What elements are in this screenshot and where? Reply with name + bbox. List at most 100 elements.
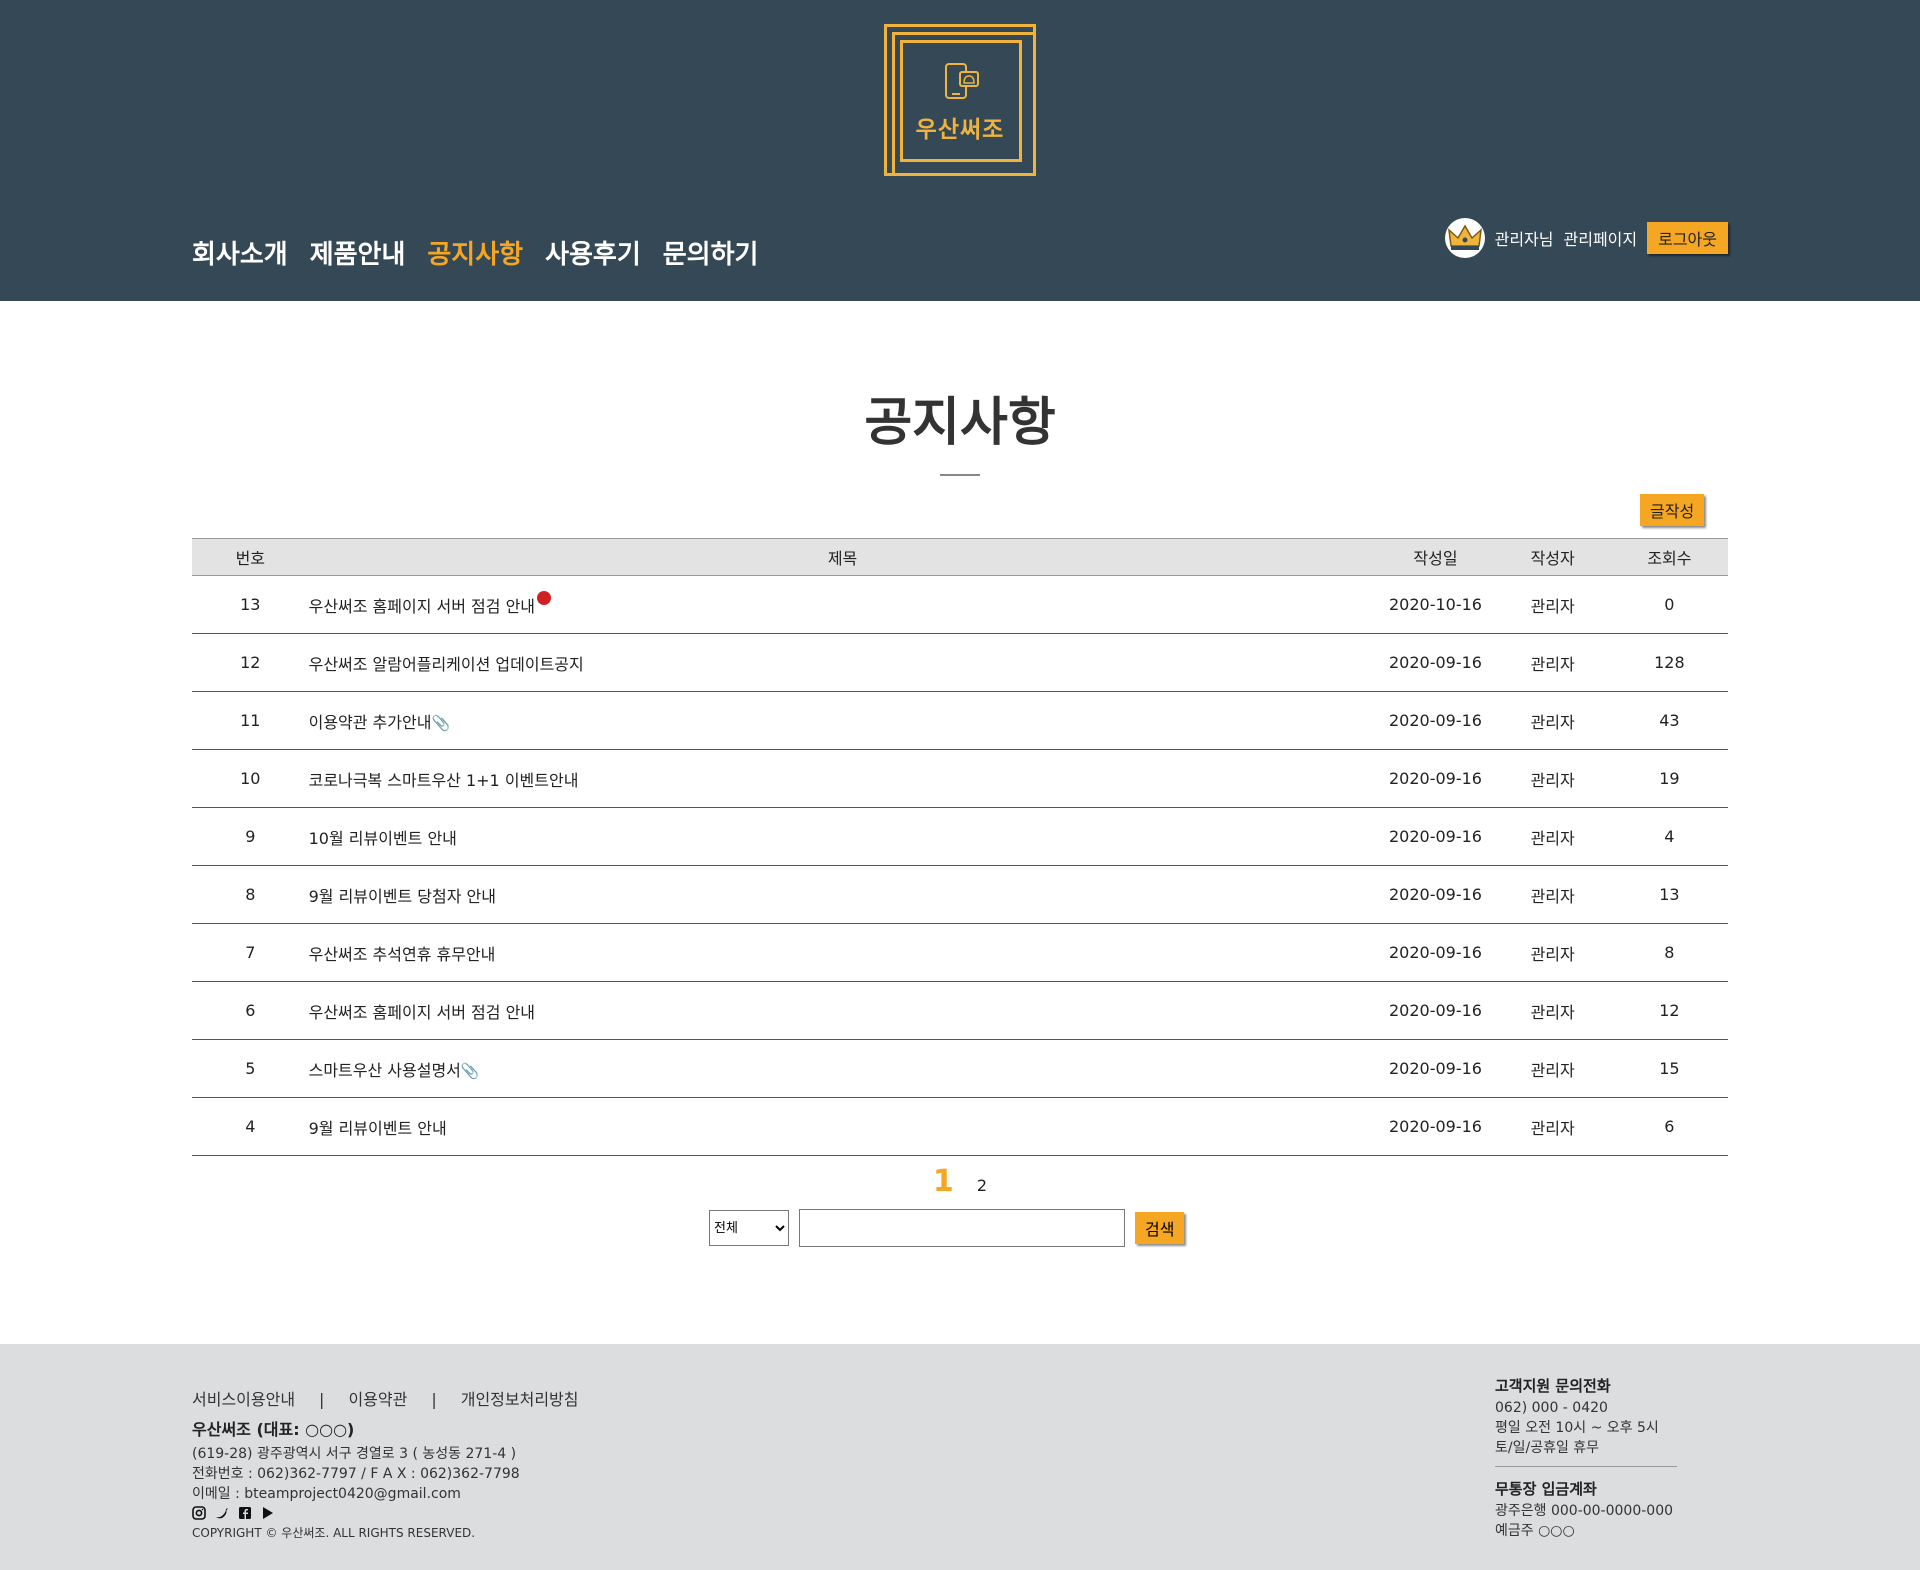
- row-number-cell: 5: [192, 1039, 309, 1098]
- write-post-button[interactable]: 글작성: [1640, 494, 1705, 526]
- footer-link-separator: |: [319, 1390, 325, 1409]
- facebook-icon[interactable]: [238, 1506, 252, 1520]
- row-title-cell[interactable]: 스마트우산 사용설명서📎: [308, 1039, 1377, 1098]
- row-title-cell[interactable]: 이용약관 추가안내📎: [308, 691, 1377, 750]
- column-header-title: 제목: [308, 538, 1377, 576]
- copyright: COPYRIGHT © 우산써조. ALL RIGHTS RESERVED.: [192, 1526, 476, 1540]
- table-header-row: 번호 제목 작성일 작성자 조회수: [192, 538, 1728, 576]
- support-phone: 062) 000 - 0420: [1495, 1400, 1608, 1416]
- row-title[interactable]: 9월 리뷰이벤트 안내: [309, 1119, 447, 1138]
- row-title-cell[interactable]: 우산써조 홈페이지 서버 점검 안내: [308, 981, 1377, 1040]
- nav-item-notice[interactable]: 공지사항: [427, 234, 523, 271]
- row-author-cell: 관리자: [1494, 923, 1611, 982]
- twitter-icon[interactable]: [215, 1506, 229, 1520]
- support-closed: 토/일/공휴일 휴무: [1495, 1440, 1600, 1456]
- row-title-cell[interactable]: 우산써조 홈페이지 서버 점검 안내: [308, 575, 1377, 634]
- row-title-cell[interactable]: 우산써조 알람어플리케이션 업데이트공지: [308, 633, 1377, 692]
- row-views: 8: [1664, 943, 1675, 962]
- row-number: 4: [245, 1117, 256, 1136]
- search-bar: 전체 검색: [709, 1209, 1185, 1247]
- page-link[interactable]: 2: [977, 1176, 987, 1195]
- row-number: 10: [240, 769, 261, 788]
- row-title[interactable]: 우산써조 알람어플리케이션 업데이트공지: [309, 655, 584, 674]
- footer-link-terms[interactable]: 이용약관: [348, 1390, 407, 1409]
- instagram-icon[interactable]: [192, 1506, 206, 1520]
- google-play-icon[interactable]: [261, 1506, 275, 1520]
- row-title-cell[interactable]: 9월 리뷰이벤트 당첨자 안내: [308, 865, 1377, 924]
- table-row[interactable]: 8 9월 리뷰이벤트 당첨자 안내 2020-09-16 관리자 13: [192, 865, 1728, 924]
- row-author-cell: 관리자: [1494, 691, 1611, 750]
- row-title-cell[interactable]: 코로나극복 스마트우산 1+1 이벤트안내: [308, 749, 1377, 808]
- brand-logo[interactable]: 우산써조: [884, 24, 1036, 176]
- table-row[interactable]: 5 스마트우산 사용설명서📎 2020-09-16 관리자 15: [192, 1039, 1728, 1098]
- table-row[interactable]: 7 우산써조 추석연휴 휴무안내 2020-09-16 관리자 8: [192, 923, 1728, 982]
- table-row[interactable]: 11 이용약관 추가안내📎 2020-09-16 관리자 43: [192, 691, 1728, 750]
- search-input[interactable]: [799, 1209, 1125, 1247]
- row-author-cell: 관리자: [1494, 981, 1611, 1040]
- row-author-cell: 관리자: [1494, 865, 1611, 924]
- row-title[interactable]: 10월 리뷰이벤트 안내: [309, 829, 457, 848]
- row-number-cell: 13: [192, 575, 309, 634]
- row-views-cell: 0: [1610, 575, 1728, 634]
- nav-item-products[interactable]: 제품안내: [310, 234, 406, 271]
- row-title-cell[interactable]: 10월 리뷰이벤트 안내: [308, 807, 1377, 866]
- table-row[interactable]: 10 코로나극복 스마트우산 1+1 이벤트안내 2020-09-16 관리자 19: [192, 749, 1728, 808]
- footer-link-service[interactable]: 서비스이용안내: [192, 1390, 295, 1409]
- row-number-cell: 9: [192, 807, 309, 866]
- row-author: 관리자: [1530, 712, 1575, 732]
- row-number-cell: 7: [192, 923, 309, 982]
- user-greeting: 관리자님: [1494, 230, 1554, 249]
- search-button[interactable]: 검색: [1135, 1212, 1185, 1244]
- row-title[interactable]: 우산써조 추석연휴 휴무안내: [309, 945, 496, 964]
- page-link-current[interactable]: 1: [933, 1164, 954, 1199]
- row-number-cell: 6: [192, 981, 309, 1040]
- row-author-cell: 관리자: [1494, 749, 1611, 808]
- row-date-cell: 2020-09-16: [1376, 923, 1495, 982]
- row-date: 2020-09-16: [1389, 711, 1482, 730]
- row-title[interactable]: 9월 리뷰이벤트 당첨자 안내: [309, 887, 496, 906]
- row-title[interactable]: 우산써조 홈페이지 서버 점검 안내: [309, 597, 535, 616]
- table-row[interactable]: 12 우산써조 알람어플리케이션 업데이트공지 2020-09-16 관리자 128: [192, 633, 1728, 692]
- admin-page-link[interactable]: 관리페이지: [1564, 226, 1638, 250]
- row-number-cell: 4: [192, 1097, 309, 1156]
- phone-bell-icon: [945, 63, 979, 99]
- attachment-icon: 📎: [460, 1061, 480, 1080]
- row-date: 2020-09-16: [1389, 1001, 1482, 1020]
- logout-button[interactable]: 로그아웃: [1647, 222, 1728, 254]
- table-row[interactable]: 13 우산써조 홈페이지 서버 점검 안내 2020-10-16 관리자 0: [192, 575, 1728, 634]
- table-row[interactable]: 6 우산써조 홈페이지 서버 점검 안내 2020-09-16 관리자 12: [192, 981, 1728, 1040]
- row-date: 2020-09-16: [1389, 827, 1482, 846]
- row-title[interactable]: 스마트우산 사용설명서: [309, 1061, 461, 1080]
- row-title[interactable]: 코로나극복 스마트우산 1+1 이벤트안내: [309, 771, 579, 790]
- footer-info: (619-28) 광주광역시 서구 경열로 3 ( 농성동 271-4 ) 전화…: [192, 1444, 520, 1504]
- row-date: 2020-09-16: [1389, 1059, 1482, 1078]
- row-date: 2020-09-16: [1389, 885, 1482, 904]
- footer-link-privacy[interactable]: 개인정보처리방침: [461, 1390, 579, 1409]
- row-author: 관리자: [1530, 1002, 1575, 1022]
- row-title-cell[interactable]: 우산써조 추석연휴 휴무안내: [308, 923, 1377, 982]
- row-title[interactable]: 우산써조 홈페이지 서버 점검 안내: [309, 1003, 535, 1022]
- main-nav: 회사소개 제품안내 공지사항 사용후기 문의하기: [192, 234, 758, 271]
- row-views-cell: 8: [1610, 923, 1728, 982]
- nav-item-inquiry[interactable]: 문의하기: [663, 234, 759, 271]
- footer-phone-fax: 전화번호 : 062)362-7797 / F A X : 062)362-77…: [192, 1466, 520, 1482]
- row-author-cell: 관리자: [1494, 1097, 1611, 1156]
- nav-item-reviews[interactable]: 사용후기: [545, 234, 641, 271]
- row-number: 5: [245, 1059, 256, 1078]
- row-title[interactable]: 이용약관 추가안내: [309, 713, 432, 732]
- bank-heading: 무통장 입금계좌: [1495, 1480, 1597, 1498]
- table-row[interactable]: 4 9월 리뷰이벤트 안내 2020-09-16 관리자 6: [192, 1097, 1728, 1156]
- row-views: 6: [1664, 1117, 1675, 1136]
- row-views: 4: [1664, 827, 1675, 846]
- row-title-cell[interactable]: 9월 리뷰이벤트 안내: [308, 1097, 1377, 1156]
- search-scope-select[interactable]: 전체: [709, 1210, 789, 1246]
- nav-item-about[interactable]: 회사소개: [192, 234, 288, 271]
- row-author: 관리자: [1530, 828, 1575, 848]
- row-number: 9: [245, 827, 256, 846]
- row-author: 관리자: [1530, 596, 1575, 616]
- footer-address: (619-28) 광주광역시 서구 경열로 3 ( 농성동 271-4 ): [192, 1446, 517, 1462]
- row-views: 13: [1659, 885, 1680, 904]
- row-views-cell: 128: [1610, 633, 1728, 692]
- bank-account: 광주은행 000-00-0000-000: [1495, 1503, 1674, 1519]
- table-row[interactable]: 9 10월 리뷰이벤트 안내 2020-09-16 관리자 4: [192, 807, 1728, 866]
